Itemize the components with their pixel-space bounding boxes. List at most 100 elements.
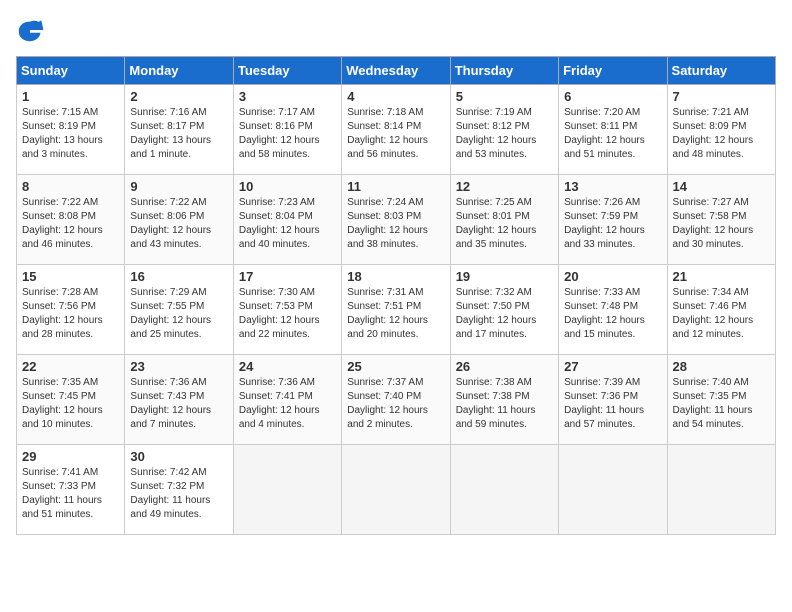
day-info: Sunrise: 7:22 AMSunset: 8:06 PMDaylight:… bbox=[130, 196, 227, 252]
calendar-day-cell: 26 Sunrise: 7:38 AMSunset: 7:38 PMDayligh… bbox=[450, 355, 558, 445]
day-number: 4 bbox=[347, 89, 444, 104]
calendar-day-cell: 19Sunrise: 7:32 AMSunset: 7:50 PMDayligh… bbox=[450, 265, 558, 355]
day-number: 10 bbox=[239, 179, 336, 194]
day-number: 20 bbox=[564, 269, 661, 284]
sunrise-text: Sunrise: 7:29 AM bbox=[130, 287, 206, 298]
calendar-day-cell bbox=[667, 445, 775, 535]
day-info: Sunrise: 7:33 AMSunset: 7:48 PMDaylight:… bbox=[564, 286, 661, 342]
sunrise-text: Sunrise: 7:32 AM bbox=[456, 287, 532, 298]
sunset-text: Sunset: 7:43 PM bbox=[130, 391, 204, 402]
day-number: 2 bbox=[130, 89, 227, 104]
sunset-text: Sunset: 7:55 PM bbox=[130, 301, 204, 312]
calendar-day-cell: 21Sunrise: 7:34 AMSunset: 7:46 PMDayligh… bbox=[667, 265, 775, 355]
daylight-text: Daylight: 12 hours and 46 minutes. bbox=[22, 225, 103, 250]
sunset-text: Sunset: 7:36 PM bbox=[564, 391, 638, 402]
daylight-text: Daylight: 12 hours and 10 minutes. bbox=[22, 405, 103, 430]
daylight-text: Daylight: 12 hours and 2 minutes. bbox=[347, 405, 428, 430]
sunrise-text: Sunrise: 7:30 AM bbox=[239, 287, 315, 298]
day-number: 5 bbox=[456, 89, 553, 104]
sunset-text: Sunset: 8:16 PM bbox=[239, 121, 313, 132]
sunrise-text: Sunrise: 7:27 AM bbox=[673, 197, 749, 208]
daylight-text: Daylight: 12 hours and 48 minutes. bbox=[673, 135, 754, 160]
day-number: 23 bbox=[130, 359, 227, 374]
day-info: Sunrise: 7:27 AMSunset: 7:58 PMDaylight:… bbox=[673, 196, 770, 252]
daylight-text: Daylight: 13 hours and 3 minutes. bbox=[22, 135, 103, 160]
day-number: 26 bbox=[456, 359, 553, 374]
sunset-text: Sunset: 7:38 PM bbox=[456, 391, 530, 402]
daylight-text: Daylight: 12 hours and 22 minutes. bbox=[239, 315, 320, 340]
daylight-text: Daylight: 12 hours and 12 minutes. bbox=[673, 315, 754, 340]
daylight-text: Daylight: 12 hours and 38 minutes. bbox=[347, 225, 428, 250]
sunset-text: Sunset: 8:04 PM bbox=[239, 211, 313, 222]
calendar-day-cell: 11Sunrise: 7:24 AMSunset: 8:03 PMDayligh… bbox=[342, 175, 450, 265]
sunrise-text: Sunrise: 7:36 AM bbox=[239, 377, 315, 388]
day-info: Sunrise: 7:22 AMSunset: 8:08 PMDaylight:… bbox=[22, 196, 119, 252]
calendar-table: SundayMondayTuesdayWednesdayThursdayFrid… bbox=[16, 56, 776, 535]
day-info: Sunrise: 7:30 AMSunset: 7:53 PMDaylight:… bbox=[239, 286, 336, 342]
calendar-day-cell: 2Sunrise: 7:16 AMSunset: 8:17 PMDaylight… bbox=[125, 85, 233, 175]
day-number: 6 bbox=[564, 89, 661, 104]
calendar-day-cell bbox=[233, 445, 341, 535]
day-header-saturday: Saturday bbox=[667, 57, 775, 85]
sunrise-text: Sunrise: 7:16 AM bbox=[130, 107, 206, 118]
sunset-text: Sunset: 7:33 PM bbox=[22, 481, 96, 492]
sunrise-text: Sunrise: 7:36 AM bbox=[130, 377, 206, 388]
day-info: Sunrise: 7:42 AMSunset: 7:32 PMDaylight:… bbox=[130, 466, 227, 522]
daylight-text: Daylight: 11 hours and 57 minutes. bbox=[564, 405, 644, 430]
daylight-text: Daylight: 12 hours and 15 minutes. bbox=[564, 315, 645, 340]
calendar-day-cell: 3 Sunrise: 7:17 AMSunset: 8:16 PMDaylight… bbox=[233, 85, 341, 175]
daylight-text: Daylight: 12 hours and 51 minutes. bbox=[564, 135, 645, 160]
sunrise-text: Sunrise: 7:35 AM bbox=[22, 377, 98, 388]
daylight-text: Daylight: 11 hours and 54 minutes. bbox=[673, 405, 753, 430]
daylight-text: Daylight: 12 hours and 17 minutes. bbox=[456, 315, 537, 340]
calendar-day-cell: 24Sunrise: 7:36 AMSunset: 7:41 PMDayligh… bbox=[233, 355, 341, 445]
day-info: Sunrise: 7:39 AM Sunset: 7:36 PM Daylight:… bbox=[564, 376, 661, 432]
day-info: Sunrise: 7:18 AMSunset: 8:14 PMDaylight:… bbox=[347, 106, 444, 162]
daylight-text: Daylight: 11 hours and 51 minutes. bbox=[22, 495, 102, 520]
sunset-text: Sunset: 8:17 PM bbox=[130, 121, 204, 132]
calendar-day-cell: 16Sunrise: 7:29 AMSunset: 7:55 PMDayligh… bbox=[125, 265, 233, 355]
calendar-day-cell: 10Sunrise: 7:23 AMSunset: 8:04 PMDayligh… bbox=[233, 175, 341, 265]
day-number: 3 bbox=[239, 89, 336, 104]
sunrise-text: Sunrise: 7:21 AM bbox=[673, 107, 749, 118]
day-info: Sunrise: 7:36 AM Sunset: 7:41 PM Daylight:… bbox=[239, 376, 336, 432]
calendar-day-cell: 28Sunrise: 7:40 AMSunset: 7:35 PMDayligh… bbox=[667, 355, 775, 445]
sunset-text: Sunset: 8:19 PM bbox=[22, 121, 96, 132]
daylight-text: Daylight: 12 hours and 4 minutes. bbox=[239, 405, 320, 430]
calendar-week-row: 1Sunrise: 7:15 AMSunset: 8:19 PMDaylight… bbox=[17, 85, 776, 175]
sunset-text: Sunset: 7:51 PM bbox=[347, 301, 421, 312]
day-info: Sunrise: 7:38 AMSunset: 7:38 PMDaylight:… bbox=[456, 376, 553, 432]
daylight-text: Daylight: 12 hours and 43 minutes. bbox=[130, 225, 211, 250]
day-info: Sunrise: 7:17 AMSunset: 8:16 PMDaylight:… bbox=[239, 106, 336, 162]
sunset-text: Sunset: 7:59 PM bbox=[564, 211, 638, 222]
day-number: 13 bbox=[564, 179, 661, 194]
day-info: Sunrise: 7:20 AMSunset: 8:11 PMDaylight:… bbox=[564, 106, 661, 162]
daylight-text: Daylight: 12 hours and 53 minutes. bbox=[456, 135, 537, 160]
calendar-day-cell: 14Sunrise: 7:27 AMSunset: 7:58 PMDayligh… bbox=[667, 175, 775, 265]
page-header bbox=[16, 16, 776, 44]
day-number: 22 bbox=[22, 359, 119, 374]
day-info: Sunrise: 7:34 AMSunset: 7:46 PMDaylight:… bbox=[673, 286, 770, 342]
day-number: 12 bbox=[456, 179, 553, 194]
day-number: 16 bbox=[130, 269, 227, 284]
logo-icon bbox=[16, 16, 44, 44]
day-number: 18 bbox=[347, 269, 444, 284]
day-header-tuesday: Tuesday bbox=[233, 57, 341, 85]
sunset-text: Sunset: 7:45 PM bbox=[22, 391, 96, 402]
calendar-week-row: 29Sunrise: 7:41 AMSunset: 7:33 PMDayligh… bbox=[17, 445, 776, 535]
day-info: Sunrise: 7:36 AM Sunset: 7:43 PM Daylight:… bbox=[130, 376, 227, 432]
sunrise-text: Sunrise: 7:39 AM bbox=[564, 377, 640, 388]
day-number: 27 bbox=[564, 359, 661, 374]
calendar-day-cell: 5Sunrise: 7:19 AMSunset: 8:12 PMDaylight… bbox=[450, 85, 558, 175]
day-info: Sunrise: 7:31 AMSunset: 7:51 PMDaylight:… bbox=[347, 286, 444, 342]
sunset-text: Sunset: 7:50 PM bbox=[456, 301, 530, 312]
calendar-header-row: SundayMondayTuesdayWednesdayThursdayFrid… bbox=[17, 57, 776, 85]
day-number: 29 bbox=[22, 449, 119, 464]
calendar-day-cell: 8Sunrise: 7:22 AMSunset: 8:08 PMDaylight… bbox=[17, 175, 125, 265]
sunrise-text: Sunrise: 7:20 AM bbox=[564, 107, 640, 118]
day-info: Sunrise: 7:37 AMSunset: 7:40 PMDaylight:… bbox=[347, 376, 444, 432]
sunset-text: Sunset: 7:41 PM bbox=[239, 391, 313, 402]
daylight-text: Daylight: 12 hours and 56 minutes. bbox=[347, 135, 428, 160]
daylight-text: Daylight: 12 hours and 7 minutes. bbox=[130, 405, 211, 430]
calendar-day-cell bbox=[559, 445, 667, 535]
